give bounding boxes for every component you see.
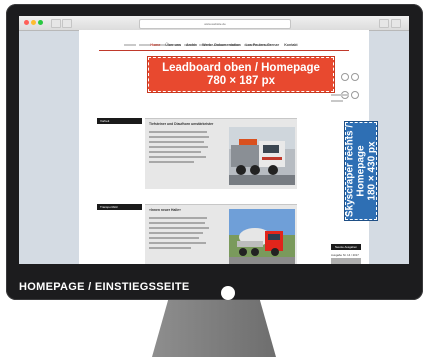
issue-thumbnail[interactable]	[331, 258, 361, 264]
share-icon[interactable]	[379, 19, 389, 28]
minimize-window-icon[interactable]	[31, 20, 36, 25]
leaderboard-title: Leadboard oben / Homepage	[162, 61, 320, 74]
browser-toolbar: www.website.de	[19, 16, 409, 31]
article-teaser	[149, 217, 209, 252]
forward-icon[interactable]	[62, 19, 72, 28]
skyscraper-subtitle: Homepage	[355, 145, 367, 197]
leaderboard-ad-slot[interactable]: Leadboard oben / Homepage 780 × 187 px	[147, 56, 335, 93]
article-headline[interactable]: Tiefsteiner und Diaufhorn umstärkeister	[149, 122, 213, 126]
bookmarks-bar	[124, 33, 324, 46]
page-caption: HOMEPAGE / EINSTIEGSSEITE	[19, 281, 190, 293]
close-window-icon[interactable]	[24, 20, 29, 25]
section-label: Vorbeit	[97, 118, 142, 124]
mixer-truck-photo	[229, 209, 295, 264]
skyscraper-ad-slot[interactable]: Skyscraper rechts / Homepage 180 × 430 p…	[344, 121, 378, 221]
address-bar[interactable]: www.website.de	[139, 19, 291, 29]
issue-date: Ausgabe Nr. 14 / 2017	[331, 253, 359, 257]
monitor-frame: www.website.de Home Über uns Archiv Werb…	[6, 4, 423, 300]
facebook-icon[interactable]	[351, 73, 359, 81]
power-button[interactable]	[221, 286, 235, 300]
sidebar-line	[331, 94, 349, 96]
nav-item-advertising[interactable]: Werbe-Dokumentation	[202, 40, 240, 50]
skyscraper-title: Skyscraper rechts /	[344, 124, 356, 218]
nav-item-about[interactable]: Über uns	[165, 40, 181, 50]
section-label: Transportbild	[97, 204, 142, 210]
article-card[interactable]: «Innen neuer Halle»	[145, 204, 297, 264]
tabs-icon[interactable]	[391, 19, 401, 28]
back-icon[interactable]	[51, 19, 61, 28]
article-headline[interactable]: «Innen neuer Halle»	[149, 208, 181, 212]
website-page: Home Über uns Archiv Werbe-Dokumentation…	[79, 30, 378, 264]
sidebar-line	[331, 100, 343, 102]
nav-item-contact[interactable]: Kontakt	[284, 40, 297, 50]
maximize-window-icon[interactable]	[38, 20, 43, 25]
article-photo[interactable]	[229, 209, 295, 264]
article-teaser	[149, 131, 209, 166]
article-photo[interactable]	[229, 127, 295, 185]
skyscraper-text: Skyscraper rechts / Homepage 180 × 430 p…	[345, 123, 378, 219]
monitor-stand	[152, 300, 276, 357]
nav-item-home[interactable]: Home	[150, 40, 160, 50]
skyscraper-size: 180 × 430 px	[366, 141, 378, 201]
article-card[interactable]: Tiefsteiner und Diaufhorn umstärkeister	[145, 118, 297, 189]
mail-icon[interactable]	[351, 91, 359, 99]
share-icon[interactable]	[341, 73, 349, 81]
leaderboard-size: 780 × 187 px	[206, 74, 276, 87]
nav-item-border[interactable]: Los Paulers-Grenze	[245, 40, 279, 50]
social-icons	[341, 68, 369, 104]
nav-item-archive[interactable]: Archiv	[186, 40, 197, 50]
main-navigation: Home Über uns Archiv Werbe-Dokumentation…	[99, 40, 349, 51]
latest-issues-box[interactable]: Neuste Ausgaben	[331, 244, 361, 250]
truck-photo	[229, 127, 295, 185]
monitor-screen: www.website.de Home Über uns Archiv Werb…	[19, 16, 409, 264]
